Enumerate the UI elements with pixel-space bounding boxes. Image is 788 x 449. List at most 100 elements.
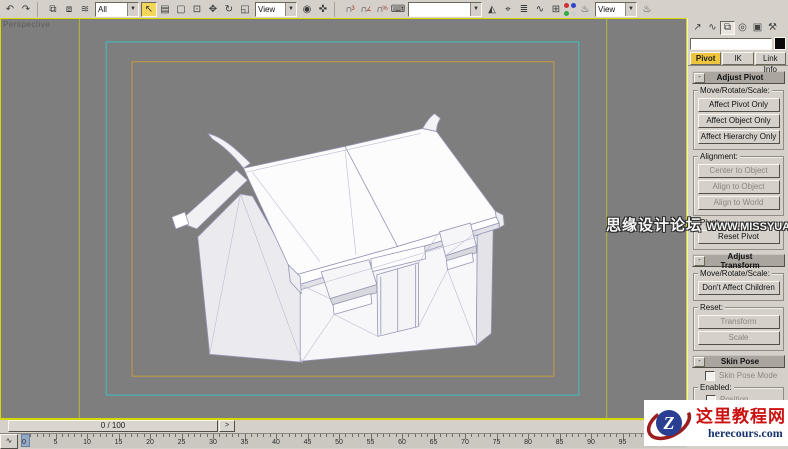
angle-snap-toggle-button[interactable]: ∩∠ <box>358 2 374 17</box>
ruler-tick <box>597 434 598 437</box>
select-and-scale-button[interactable]: ◱ <box>237 2 253 17</box>
render-setup-button[interactable]: ♨ <box>577 2 593 17</box>
checkbox-skin-pose-mode[interactable]: Skin Pose Mode <box>705 370 786 381</box>
ruler-tick <box>30 434 31 437</box>
ruler-label: 5 <box>54 439 58 446</box>
rollout-header-skin-pose[interactable]: -Skin Pose <box>692 355 785 368</box>
ruler-tick <box>578 434 579 437</box>
ruler-tick <box>534 434 535 437</box>
select-and-manipulate-button[interactable]: ✜ <box>315 2 331 17</box>
redo-button[interactable]: ↷ <box>18 2 34 17</box>
tab-ik[interactable]: IK <box>722 52 753 65</box>
bind-to-space-warp-button[interactable]: ≋ <box>77 2 93 17</box>
mirror-button[interactable]: ◭ <box>484 2 500 17</box>
toolbar-separator <box>37 2 43 17</box>
select-and-rotate-button[interactable]: ↻ <box>221 2 237 17</box>
collapse-icon[interactable]: - <box>694 73 705 83</box>
ruler-tick <box>408 434 409 437</box>
rollout-header-adjust-pivot[interactable]: -Adjust Pivot <box>692 71 785 84</box>
quick-render-button[interactable]: ♨ <box>639 2 655 17</box>
open-mini-curve-editor-button[interactable]: ∿ <box>0 434 18 449</box>
schematic-view-button[interactable]: ⊞ <box>548 2 564 17</box>
ruler-label: 0 <box>22 439 26 446</box>
ruler-tick <box>635 434 636 437</box>
percent-snap-toggle-button[interactable]: ∩% <box>374 2 390 17</box>
house-model[interactable] <box>172 114 504 363</box>
hierarchy-icon[interactable]: ⧉ <box>720 21 735 35</box>
rectangular-selection-button[interactable]: ▢ <box>173 2 189 17</box>
ruler-tick <box>131 434 132 437</box>
keyboard-override-button[interactable]: ⌨ <box>390 2 406 17</box>
collapse-icon[interactable]: - <box>694 357 705 367</box>
group-move-rotate-scale-: Move/Rotate/Scale:Don't Affect Children <box>693 273 784 301</box>
ruler-tick <box>459 434 460 437</box>
ruler-tick <box>263 434 264 437</box>
material-editor-button[interactable] <box>564 2 577 17</box>
ruler-tick <box>93 434 94 437</box>
viewport-canvas[interactable] <box>1 19 686 418</box>
tab-link-info[interactable]: Link Info <box>755 52 786 65</box>
affect-object-only-button[interactable]: Affect Object Only <box>698 114 780 128</box>
named-selection-sets-dropdown[interactable]: ▼ <box>408 2 482 17</box>
selection-filter-dropdown[interactable]: All▼ <box>95 2 139 17</box>
object-color-swatch[interactable] <box>774 37 786 50</box>
create-icon[interactable]: ↗ <box>690 21 705 35</box>
window-crossing-button[interactable]: ⊡ <box>189 2 205 17</box>
ruler-tick <box>616 434 617 437</box>
chevron-down-icon[interactable]: ▼ <box>127 3 138 16</box>
select-and-move-button[interactable]: ✥ <box>205 2 221 17</box>
unlink-selection-button[interactable]: ⧈ <box>61 2 77 17</box>
watermark-chinese-text: 思缘设计论坛 <box>606 217 702 234</box>
rollout-header-adjust-transform[interactable]: -Adjust Transform <box>692 254 785 267</box>
perspective-viewport[interactable]: Perspective <box>0 18 687 419</box>
chevron-down-icon[interactable]: ▼ <box>625 3 636 16</box>
tab-pivot[interactable]: Pivot <box>690 52 721 65</box>
reference-coordinate-dropdown-value: View <box>256 5 285 14</box>
ruler-tick <box>301 434 302 437</box>
render-type-dropdown-value: View <box>596 5 625 14</box>
use-pivot-center-button[interactable]: ◉ <box>299 2 315 17</box>
ruler-tick <box>282 434 283 437</box>
don-t-affect-children-button[interactable]: Don't Affect Children <box>698 281 780 295</box>
undo-button[interactable]: ↶ <box>2 2 18 17</box>
object-name-input[interactable] <box>690 38 772 50</box>
affect-pivot-only-button[interactable]: Affect Pivot Only <box>698 98 780 112</box>
ruler-tick <box>345 434 346 437</box>
select-by-name-button[interactable]: ▤ <box>157 2 173 17</box>
ruler-label: 75 <box>493 439 501 446</box>
ruler-tick <box>169 434 170 437</box>
ruler-label: 20 <box>146 439 154 446</box>
chevron-down-icon[interactable]: ▼ <box>470 3 481 16</box>
ruler-label: 40 <box>272 439 280 446</box>
collapse-icon[interactable]: - <box>694 256 705 266</box>
time-slider[interactable]: 0 / 100 <box>8 420 218 432</box>
time-slider-track[interactable]: 0 / 100 > <box>0 419 687 433</box>
herecours-logo: Z 这里教程网 herecours.com <box>644 400 788 446</box>
ruler-tick <box>49 434 50 437</box>
checkbox-box-icon[interactable] <box>705 371 715 381</box>
align-button[interactable]: ⌖ <box>500 2 516 17</box>
ruler-label: 90 <box>587 439 595 446</box>
affect-hierarchy-only-button[interactable]: Affect Hierarchy Only <box>698 130 780 144</box>
select-object-button[interactable]: ↖ <box>141 2 157 17</box>
layer-manager-button[interactable]: ≣ <box>516 2 532 17</box>
group-label: Alignment: <box>698 152 740 161</box>
snap-3d-toggle-button[interactable]: ∩3 <box>342 2 358 17</box>
chevron-down-icon[interactable]: ▼ <box>285 3 296 16</box>
ruler-tick <box>358 434 359 437</box>
motion-icon[interactable]: ◎ <box>735 21 750 35</box>
reference-coordinate-dropdown[interactable]: View▼ <box>255 2 297 17</box>
ruler-tick <box>188 434 189 437</box>
command-panel-tabs-icons: ↗∿⧉◎▣⚒ <box>688 18 788 36</box>
curve-editor-button[interactable]: ∿ <box>532 2 548 17</box>
viewport-label[interactable]: Perspective <box>3 20 50 29</box>
select-and-link-button[interactable]: ⧉ <box>45 2 61 17</box>
ruler-tick <box>641 434 642 437</box>
ruler-tick <box>207 434 208 437</box>
timeline-area: 0 / 100 > ∿ 0510152025303540455055606570… <box>0 419 687 446</box>
utilities-icon[interactable]: ⚒ <box>765 21 780 35</box>
modify-icon[interactable]: ∿ <box>705 21 720 35</box>
display-icon[interactable]: ▣ <box>750 21 765 35</box>
render-type-dropdown[interactable]: View▼ <box>595 2 637 17</box>
next-frame-button[interactable]: > <box>219 420 235 432</box>
